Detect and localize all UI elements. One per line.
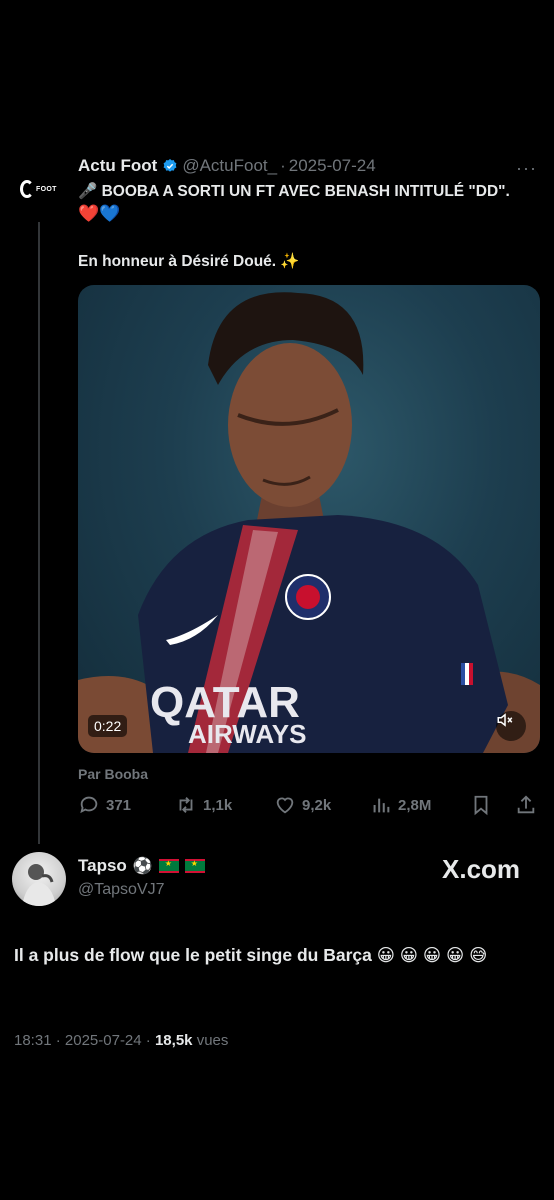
repost-count: 1,1k [203,796,233,814]
reply-date[interactable]: 2025-07-24 [65,1032,142,1049]
mauritania-flag-icon [184,859,205,873]
reply-author-row: Tapso ⚽ [78,856,205,876]
bookmark-button[interactable] [470,794,492,816]
share-button[interactable] [515,794,537,816]
actufoot-logo-icon [20,180,34,198]
thread-line [38,222,40,844]
svg-text:AIRWAYS: AIRWAYS [188,719,307,749]
bookmark-icon [474,795,488,816]
video-frame-image: QATAR AIRWAYS [78,292,540,753]
reply-tweet-text: Il a plus de flow que le petit singe du … [14,945,488,965]
reply-count: 371 [106,796,132,814]
reply-button[interactable]: 371 [78,794,131,816]
video-duration: 0:22 [88,715,128,737]
reply-author-handle[interactable]: @TapsoVJ7 [78,881,165,899]
like-button[interactable]: 9,2k [274,794,331,816]
tweet-text-line-2: ❤️💙 [78,204,121,223]
author-name[interactable]: Actu Foot [78,156,157,176]
reply-icon [80,796,98,814]
tapso-avatar[interactable] [12,852,66,906]
like-count: 9,2k [302,796,332,814]
avatar-image [22,864,56,906]
quoted-tweet-header: Actu Foot @ActuFoot_ · 2025-07-24 [78,156,376,176]
more-options-icon[interactable]: ··· [516,158,537,179]
reply-view-count: 18,5k [154,1032,193,1049]
verified-badge-icon [163,159,177,172]
video-player[interactable]: QATAR AIRWAYS 0:22 [78,285,540,753]
heart-icon [276,797,294,814]
reply-tweet-meta: 18:31 · 2025-07-24 · 18,5k vues [14,1032,229,1049]
repost-button[interactable]: 1,1k [175,794,232,816]
author-handle[interactable]: @ActuFoot_ [182,156,277,176]
soccer-ball-emoji: ⚽ [132,858,153,875]
speaker-muted-icon [497,713,513,727]
actufoot-logo-text: FOOT [36,185,57,193]
tweet-text-line-1: 🎤 BOOBA A SORTI UN FT AVEC BENASH INTITU… [78,183,510,200]
reply-author-name[interactable]: Tapso [78,856,127,876]
tweet-date[interactable]: 2025-07-24 [289,156,376,176]
reply-views-label: vues [196,1032,229,1049]
repost-icon [179,797,193,813]
views-chart-icon [373,798,390,813]
actufoot-avatar[interactable]: FOOT [20,174,60,204]
mute-button[interactable] [496,711,526,741]
mauritania-flag-icon [158,859,179,873]
share-icon [517,795,535,814]
x-com-watermark: X.com [442,854,521,884]
tweet-text-line-3: En honneur à Désiré Doué. ✨ [78,253,300,270]
views-button[interactable]: 2,8M [370,794,431,816]
reply-time[interactable]: 18:31 [14,1032,52,1049]
view-count: 2,8M [398,796,432,814]
media-source-label[interactable]: Par Booba [78,766,148,782]
separator: · [280,156,286,175]
